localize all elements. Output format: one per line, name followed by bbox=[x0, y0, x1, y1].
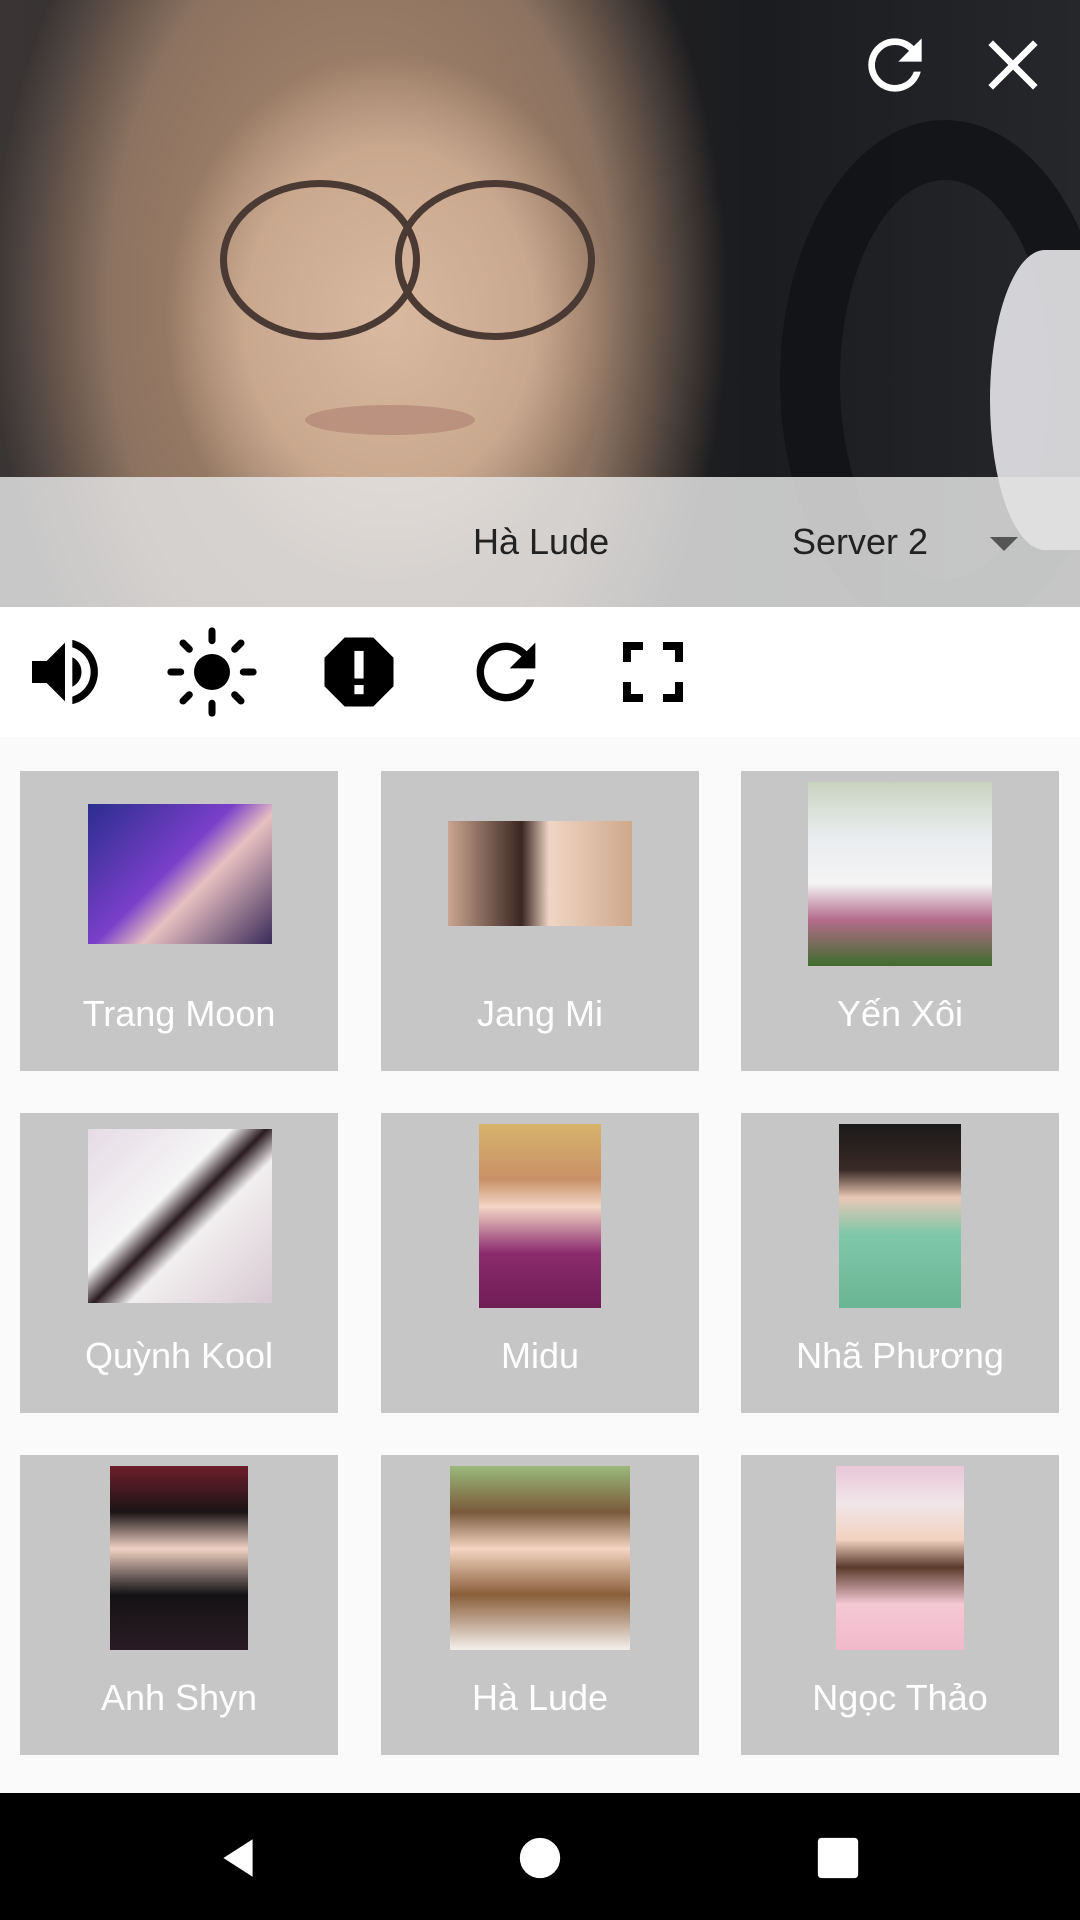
volume-button[interactable] bbox=[18, 625, 112, 719]
video-subject-glasses-left bbox=[220, 180, 420, 340]
stream-info-bar: Hà Lude Server 2 bbox=[0, 477, 1080, 607]
channel-name: Midu bbox=[500, 1335, 580, 1376]
channel-card[interactable]: Trang Moon bbox=[20, 771, 338, 1071]
channel-card[interactable]: Nhã Phương bbox=[741, 1113, 1059, 1413]
player-toolbar bbox=[0, 607, 1080, 737]
channel-grid: Trang Moon Jang Mi Yến Xôi Quỳnh Kool Mi… bbox=[0, 737, 1080, 1793]
channel-thumbnail bbox=[110, 1466, 248, 1650]
channel-name: Hà Lude bbox=[471, 1677, 609, 1718]
channel-card[interactable]: Jang Mi bbox=[381, 771, 699, 1071]
current-stream-name: Hà Lude bbox=[473, 521, 610, 562]
channel-thumbnail bbox=[88, 1129, 272, 1303]
channel-card[interactable]: Hà Lude bbox=[381, 1455, 699, 1755]
refresh-icon bbox=[476, 642, 536, 702]
volume-icon bbox=[32, 639, 98, 705]
channel-name: Yến Xôi bbox=[836, 993, 964, 1034]
server-dropdown-value: Server 2 bbox=[792, 521, 929, 562]
recents-button[interactable] bbox=[798, 1818, 878, 1898]
video-player[interactable]: Hà Lude Server 2 bbox=[0, 0, 1080, 607]
channel-thumbnail bbox=[448, 821, 632, 926]
brightness-button[interactable] bbox=[165, 625, 259, 719]
fullscreen-button[interactable] bbox=[606, 625, 700, 719]
home-button[interactable] bbox=[500, 1818, 580, 1898]
refresh-stream-button[interactable] bbox=[850, 20, 940, 110]
video-subject-glasses-right bbox=[395, 180, 595, 340]
refresh-icon bbox=[868, 38, 922, 92]
channel-thumbnail bbox=[88, 804, 272, 944]
channel-thumbnail bbox=[808, 782, 992, 966]
channel-name: Ngọc Thảo bbox=[812, 1677, 988, 1718]
channel-name: Quỳnh Kool bbox=[84, 1335, 274, 1376]
system-nav-bar bbox=[0, 1793, 1080, 1920]
report-button[interactable] bbox=[312, 625, 406, 719]
channel-name: Anh Shyn bbox=[100, 1677, 258, 1718]
close-icon bbox=[988, 40, 1038, 90]
channel-card[interactable]: Anh Shyn bbox=[20, 1455, 338, 1755]
back-icon bbox=[223, 1839, 253, 1877]
back-button[interactable] bbox=[198, 1818, 278, 1898]
channel-card[interactable]: Midu bbox=[381, 1113, 699, 1413]
channel-name: Jang Mi bbox=[476, 993, 604, 1034]
channel-thumbnail bbox=[836, 1466, 964, 1650]
channel-name: Nhã Phương bbox=[796, 1335, 1004, 1376]
fullscreen-icon bbox=[623, 642, 683, 702]
home-icon bbox=[519, 1837, 561, 1879]
channel-card[interactable]: Ngọc Thảo bbox=[741, 1455, 1059, 1755]
close-player-button[interactable] bbox=[968, 20, 1058, 110]
reload-button[interactable] bbox=[459, 625, 553, 719]
video-subject-mouth bbox=[305, 405, 475, 435]
channel-thumbnail bbox=[839, 1124, 961, 1308]
recents-icon bbox=[817, 1837, 859, 1879]
channel-thumbnail bbox=[479, 1124, 601, 1308]
brightness-icon bbox=[167, 627, 257, 717]
channel-thumbnail bbox=[450, 1466, 630, 1650]
channel-card[interactable]: Yến Xôi bbox=[741, 771, 1059, 1071]
report-icon bbox=[324, 637, 394, 707]
server-dropdown[interactable]: Server 2 bbox=[770, 477, 1060, 607]
dropdown-arrow-icon bbox=[990, 537, 1018, 551]
channel-name: Trang Moon bbox=[82, 993, 276, 1034]
channel-card[interactable]: Quỳnh Kool bbox=[20, 1113, 338, 1413]
